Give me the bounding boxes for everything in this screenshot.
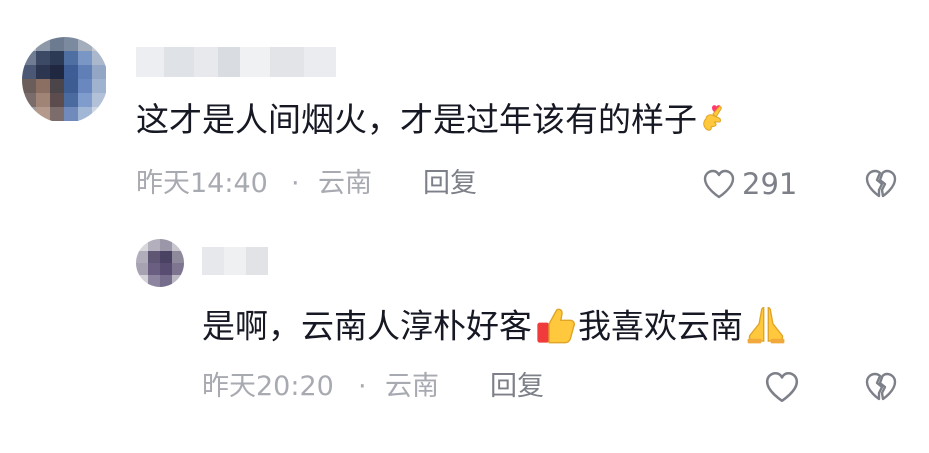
username[interactable] bbox=[202, 247, 268, 275]
comment-text: 是啊，云南人淳朴好客 我喜欢云南 bbox=[202, 306, 789, 348]
avatar[interactable] bbox=[136, 239, 184, 287]
comment-text: 这才是人间烟火，才是过年该有的样子 bbox=[136, 103, 731, 139]
comment-location: 云南 bbox=[318, 168, 372, 199]
like-button[interactable]: 291 bbox=[702, 166, 797, 202]
meta-separator: · bbox=[291, 168, 300, 199]
praying-hands-emoji bbox=[747, 307, 785, 344]
comment-text-content: 这才是人间烟火，才是过年该有的样子 bbox=[136, 100, 697, 139]
comment-text-content: 是啊，云南人淳朴好客 bbox=[202, 306, 532, 346]
heart-fingers-emoji bbox=[703, 104, 722, 131]
heart-outline-icon bbox=[765, 371, 799, 403]
comment-time: 昨天14:40 bbox=[136, 168, 268, 199]
dislike-button[interactable] bbox=[864, 370, 898, 404]
reply-button[interactable]: 回复 bbox=[423, 170, 477, 197]
username[interactable] bbox=[136, 47, 336, 77]
reply-button[interactable]: 回复 bbox=[490, 373, 544, 400]
broken-heart-icon bbox=[865, 372, 897, 401]
like-count: 291 bbox=[742, 166, 798, 201]
meta-separator: · bbox=[358, 371, 367, 402]
comment-text-content-2: 我喜欢云南 bbox=[578, 306, 743, 346]
heart-outline-icon bbox=[703, 169, 735, 199]
dislike-button[interactable] bbox=[864, 167, 898, 201]
broken-heart-icon bbox=[865, 169, 897, 198]
like-button[interactable] bbox=[764, 369, 800, 405]
avatar[interactable] bbox=[22, 37, 108, 123]
comment-time: 昨天20:20 bbox=[202, 371, 334, 402]
thumbs-up-emoji bbox=[537, 308, 575, 344]
comment-location: 云南 bbox=[385, 371, 439, 402]
